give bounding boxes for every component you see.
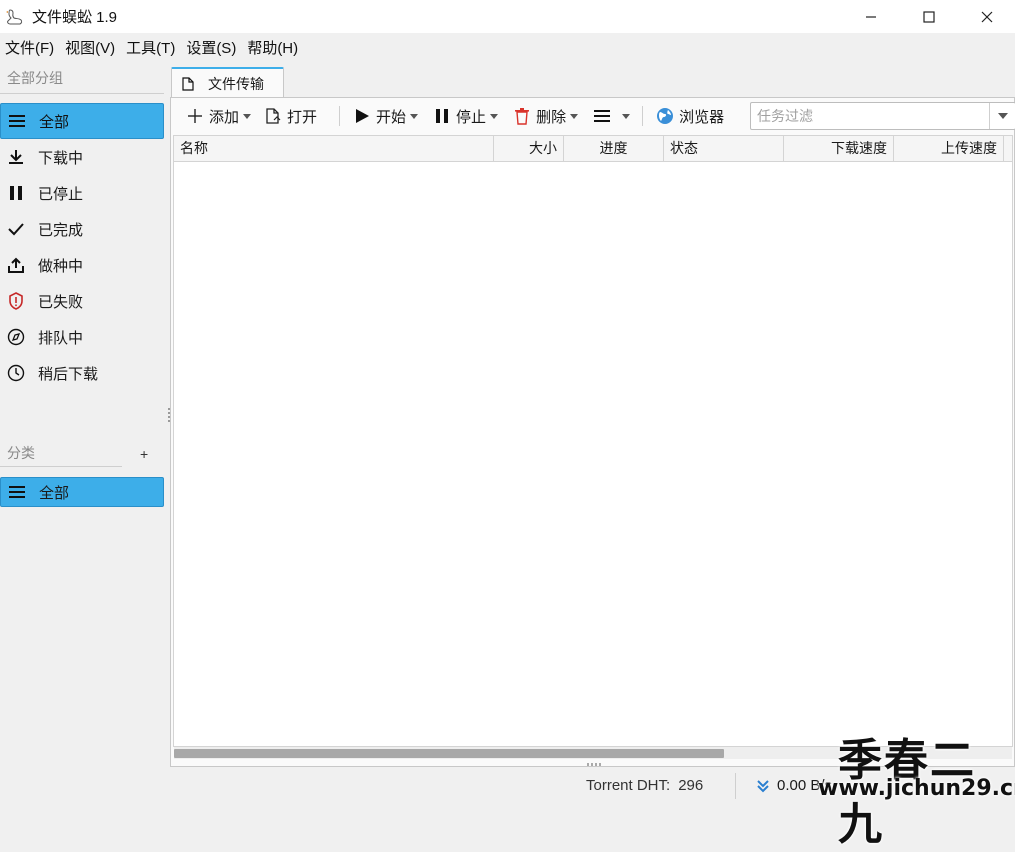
column-header-upload-speed[interactable]: 上传速度 (894, 136, 1004, 161)
chevron-down-icon (997, 113, 1008, 119)
group-header: 全部分组 (7, 70, 63, 86)
start-label: 开始 (376, 108, 407, 126)
compass-icon (0, 327, 32, 347)
more-menu-button[interactable] (592, 102, 631, 130)
shield-alert-icon (0, 291, 32, 311)
menu-file[interactable]: 文件(F) (0, 33, 60, 64)
sidebar-item-label: 下载中 (38, 149, 84, 167)
sidebar-item-completed[interactable]: 已完成 (0, 211, 164, 247)
task-filter-input[interactable] (751, 103, 989, 129)
task-filter-combobox[interactable] (750, 102, 1015, 130)
delete-button[interactable]: 删除 (512, 102, 579, 130)
tab-label: 文件传输 (208, 75, 264, 92)
sidebar-item-seeding[interactable]: 做种中 (0, 247, 164, 283)
window-title: 文件蜈蚣 1.9 (32, 9, 118, 26)
dht-label: Torrent DHT: (586, 777, 671, 794)
menu-help[interactable]: 帮助(H) (242, 33, 304, 64)
column-header-size[interactable]: 大小 (494, 136, 564, 161)
sidebar-item-label: 全部 (39, 113, 70, 131)
divider (0, 93, 164, 94)
add-label: 添加 (209, 108, 240, 126)
chevron-down-icon (622, 113, 631, 119)
sidebar-item-failed[interactable]: 已失败 (0, 283, 164, 319)
filter-dropdown-button[interactable] (989, 103, 1015, 129)
category-item-label: 全部 (39, 484, 70, 502)
menu-bar: 文件(F) 视图(V) 工具(T) 设置(S) 帮助(H) (0, 33, 1015, 64)
sidebar-item-label: 已失败 (38, 293, 84, 311)
pause-icon (0, 183, 32, 203)
sidebar-item-later[interactable]: 稍后下载 (0, 355, 164, 391)
toolbar-separator (642, 106, 644, 126)
task-table: 名称 大小 进度 状态 下载速度 上传速度 (173, 135, 1013, 759)
column-header-progress[interactable]: 进度 (564, 136, 664, 161)
upload-icon (0, 255, 32, 275)
status-filter-list: 全部 下载中 已停止 已完成 做种中 已失败 排队中 稍后下载 (0, 103, 164, 391)
trash-icon (512, 107, 532, 125)
sidebar-item-label: 已停止 (38, 185, 84, 203)
column-header-name[interactable]: 名称 (174, 136, 494, 161)
add-category-button[interactable]: + (140, 446, 148, 462)
double-chevron-down-icon (756, 779, 772, 793)
table-header: 名称 大小 进度 状态 下载速度 上传速度 (174, 136, 1012, 162)
toolbar-separator (339, 106, 341, 126)
tab-file-transfer[interactable]: 文件传输 (171, 67, 284, 98)
open-label: 打开 (287, 108, 318, 126)
download-icon (0, 147, 32, 167)
scrollbar-thumb[interactable] (174, 749, 724, 758)
resize-grip[interactable] (587, 763, 603, 766)
plus-icon (185, 108, 205, 124)
dht-node-count: 296 (678, 777, 704, 794)
delete-label: 删除 (536, 108, 567, 126)
open-file-icon (263, 108, 283, 124)
play-icon (352, 108, 372, 124)
dht-status: Torrent DHT: 296 (586, 777, 703, 794)
status-separator (735, 773, 736, 799)
menu-icon (592, 109, 612, 123)
pause-icon (432, 108, 452, 124)
divider (0, 466, 122, 467)
stop-label: 停止 (456, 108, 487, 126)
sidebar-item-all[interactable]: 全部 (0, 103, 164, 139)
category-header: 分类 (7, 445, 35, 461)
browser-label: 浏览器 (679, 108, 725, 126)
maximize-button[interactable] (900, 0, 958, 33)
menu-settings[interactable]: 设置(S) (181, 33, 242, 64)
close-button[interactable] (958, 0, 1015, 33)
column-header-download-speed[interactable]: 下载速度 (784, 136, 894, 161)
category-item-all[interactable]: 全部 (0, 477, 164, 507)
menu-view[interactable]: 视图(V) (60, 33, 121, 64)
transfer-panel: 添加 打开 开始 停止 删除 浏览器 任务过滤 名称 大小 进度 状态 下载速度… (170, 97, 1015, 767)
add-button[interactable]: 添加 (185, 102, 252, 130)
chevron-down-icon (490, 113, 499, 119)
app-window: 文件蜈蚣 1.9 文件(F) 视图(V) 工具(T) 设置(S) 帮助(H) 全… (0, 0, 1015, 850)
check-icon (0, 219, 32, 239)
menu-tools[interactable]: 工具(T) (121, 33, 181, 64)
globe-icon (655, 107, 675, 125)
clock-icon (0, 363, 32, 383)
sidebar-item-downloading[interactable]: 下载中 (0, 139, 164, 175)
start-button[interactable]: 开始 (352, 102, 419, 130)
sidebar-item-label: 稍后下载 (38, 365, 99, 383)
column-header-status[interactable]: 状态 (664, 136, 784, 161)
sidebar-item-stopped[interactable]: 已停止 (0, 175, 164, 211)
sidebar-item-label: 已完成 (38, 221, 84, 239)
chevron-down-icon (243, 113, 252, 119)
goose-logo-icon (4, 6, 26, 28)
minimize-button[interactable] (842, 0, 900, 33)
sidebar-item-label: 排队中 (38, 329, 84, 347)
chevron-down-icon (410, 113, 419, 119)
browser-button[interactable]: 浏览器 (655, 102, 724, 130)
file-icon (182, 76, 196, 91)
list-icon (1, 485, 33, 499)
chevron-down-icon (570, 113, 579, 119)
sidebar-item-queued[interactable]: 排队中 (0, 319, 164, 355)
sidebar: 全部分组 全部 下载中 已停止 已完成 做种中 已失败 排队中 稍后下载 分类 … (0, 64, 166, 803)
list-icon (1, 111, 33, 131)
sidebar-item-label: 做种中 (38, 257, 84, 275)
title-bar: 文件蜈蚣 1.9 (0, 0, 1015, 33)
open-button[interactable]: 打开 (263, 102, 317, 130)
stop-button[interactable]: 停止 (432, 102, 499, 130)
watermark-url: www.jichun29.cn (818, 776, 1015, 801)
